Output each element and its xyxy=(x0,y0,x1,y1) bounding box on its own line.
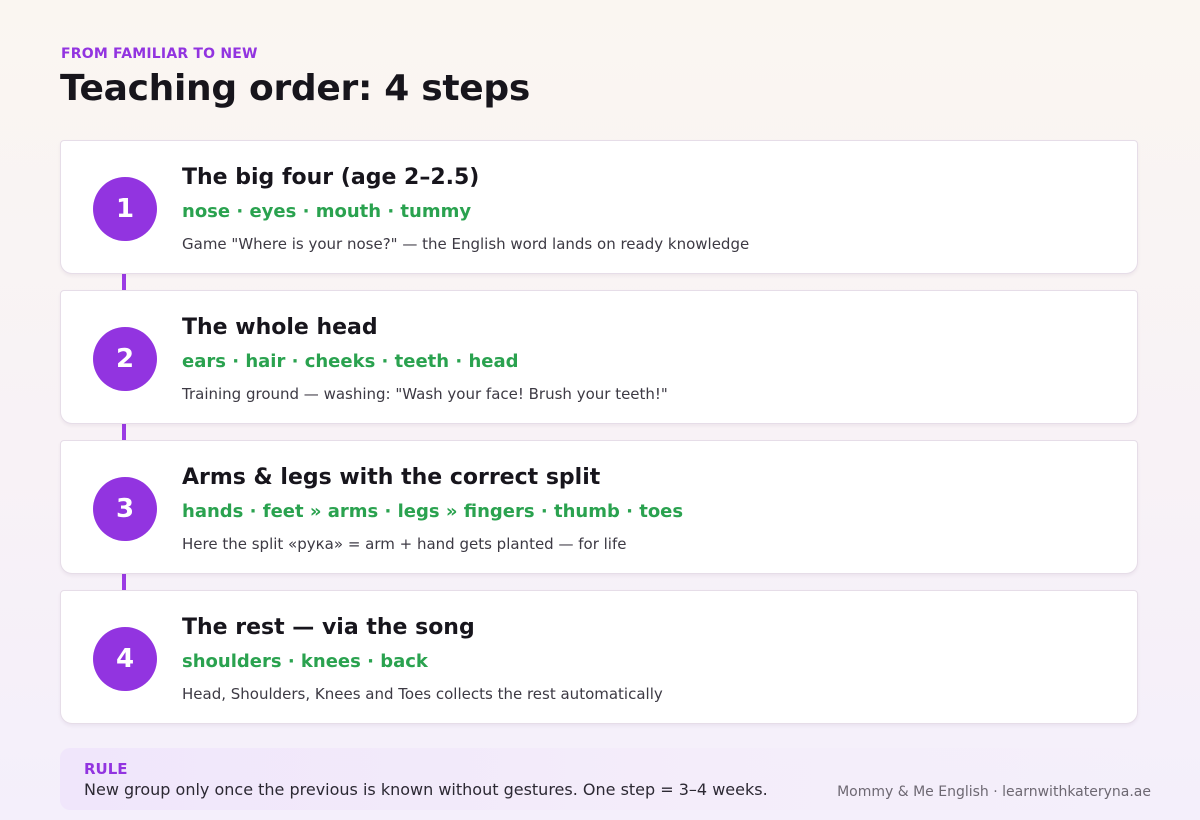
step-words: hands · feet » arms · legs » fingers · t… xyxy=(182,501,684,522)
step-card-3: 3 Arms & legs with the correct split han… xyxy=(60,440,1138,574)
step-note: Game "Where is your nose?" — the English… xyxy=(182,235,750,253)
step-card-1: 1 The big four (age 2–2.5) nose · eyes ·… xyxy=(60,140,1138,274)
step-number-badge: 3 xyxy=(93,477,157,541)
eyebrow-label: FROM FAMILIAR TO NEW xyxy=(61,46,258,62)
steps-list: 1 The big four (age 2–2.5) nose · eyes ·… xyxy=(60,140,1138,740)
step-title: The whole head xyxy=(182,315,378,340)
step-number-badge: 2 xyxy=(93,327,157,391)
step-words: nose · eyes · mouth · tummy xyxy=(182,201,472,222)
page-title: Teaching order: 4 steps xyxy=(60,68,531,109)
step-words: ears · hair · cheeks · teeth · head xyxy=(182,351,519,372)
rule-text: New group only once the previous is know… xyxy=(84,780,768,799)
step-note: Here the split «рука» = arm + hand gets … xyxy=(182,535,627,553)
step-number-badge: 4 xyxy=(93,627,157,691)
step-note: Training ground — washing: "Wash your fa… xyxy=(182,385,668,403)
step-note: Head, Shoulders, Knees and Toes collects… xyxy=(182,685,663,703)
rule-label: RULE xyxy=(84,760,128,778)
step-title: Arms & legs with the correct split xyxy=(182,465,601,490)
step-title: The rest — via the song xyxy=(182,615,475,640)
step-title: The big four (age 2–2.5) xyxy=(182,165,480,190)
step-number-badge: 1 xyxy=(93,177,157,241)
rule-callout xyxy=(60,748,1138,810)
footer-credit: Mommy & Me English · learnwithkateryna.a… xyxy=(837,784,1151,800)
step-words: shoulders · knees · back xyxy=(182,651,428,672)
step-card-2: 2 The whole head ears · hair · cheeks · … xyxy=(60,290,1138,424)
infographic-page: { "header": { "eyebrow": "FROM FAMILIAR … xyxy=(0,0,1200,820)
step-card-4: 4 The rest — via the song shoulders · kn… xyxy=(60,590,1138,724)
